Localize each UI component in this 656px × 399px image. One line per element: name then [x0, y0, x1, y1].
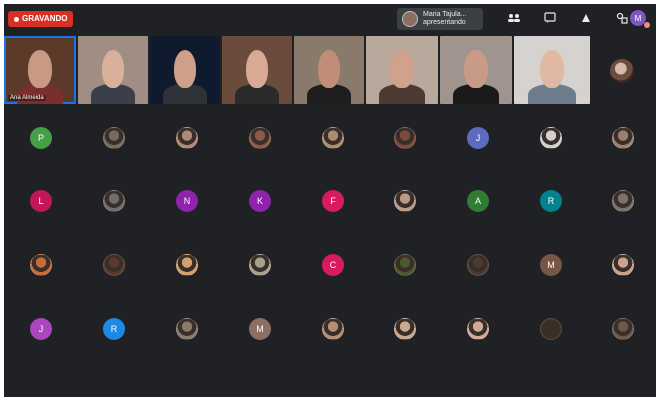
participant-initial: K: [256, 196, 263, 206]
participant-avatar[interactable]: M: [540, 254, 562, 276]
participant-avatar[interactable]: C: [322, 254, 344, 276]
participant-photo-avatar[interactable]: [30, 254, 52, 276]
participant-photo-avatar[interactable]: [176, 127, 198, 149]
presenter-name: Maria Tajula...: [423, 11, 467, 18]
participant-face: [28, 50, 52, 88]
participant-face: [317, 50, 341, 88]
participant-face: [245, 50, 269, 88]
participant-photo-avatar[interactable]: [394, 318, 416, 340]
participant-avatar[interactable]: J: [30, 318, 52, 340]
record-dot-icon: [14, 16, 19, 22]
video-tile[interactable]: [294, 36, 364, 104]
notification-dot-icon: [644, 22, 650, 28]
participant-initial: M: [256, 324, 264, 334]
activities-icon[interactable]: [576, 10, 596, 26]
video-tile[interactable]: [440, 36, 512, 104]
bottom-bar: [4, 362, 656, 397]
participant-initial: J: [38, 324, 44, 334]
video-tile[interactable]: [78, 36, 148, 104]
participant-initial: P: [37, 133, 44, 143]
video-strip: Ana Almeida: [4, 36, 656, 104]
participant-avatar[interactable]: P: [30, 127, 52, 149]
participant-photo-avatar[interactable]: [103, 190, 125, 212]
participant-initial: C: [329, 260, 337, 270]
participant-initial: M: [547, 260, 555, 270]
participant-photo-avatar[interactable]: [249, 127, 271, 149]
participant-avatar[interactable]: L: [30, 190, 52, 212]
strip-overflow-avatar[interactable]: [610, 59, 634, 83]
participant-avatar[interactable]: R: [103, 318, 125, 340]
participant-photo-avatar[interactable]: [394, 190, 416, 212]
participant-photo-avatar[interactable]: [322, 127, 344, 149]
participant-avatar[interactable]: K: [249, 190, 271, 212]
self-avatar-initial: M: [634, 13, 642, 23]
participant-photo-avatar[interactable]: [103, 127, 125, 149]
video-tile[interactable]: [150, 36, 220, 104]
participant-photo-avatar[interactable]: [394, 254, 416, 276]
participant-initial: A: [474, 196, 481, 206]
participant-photo-avatar[interactable]: [103, 254, 125, 276]
participant-face: [390, 50, 414, 88]
video-tile[interactable]: [366, 36, 438, 104]
participant-photo-avatar[interactable]: [249, 254, 271, 276]
top-bar: GRAVANDO Maria Tajula... apresentando M: [4, 4, 656, 32]
participant-photo-avatar[interactable]: [540, 127, 562, 149]
participant-photo-avatar[interactable]: [612, 190, 634, 212]
participant-photo-avatar[interactable]: [612, 254, 634, 276]
video-tile[interactable]: [514, 36, 590, 104]
participant-photo-avatar[interactable]: [322, 318, 344, 340]
participant-photo-avatar[interactable]: [176, 318, 198, 340]
participant-photo-avatar[interactable]: [176, 254, 198, 276]
participant-photo-avatar[interactable]: [612, 127, 634, 149]
shapes-icon[interactable]: [612, 10, 632, 26]
participant-face: [464, 50, 488, 88]
participant-avatar[interactable]: J: [467, 127, 489, 149]
presenter-chip[interactable]: Maria Tajula... apresentando: [397, 8, 483, 30]
participant-initial: R: [110, 324, 118, 334]
participant-initial: N: [183, 196, 191, 206]
video-tile[interactable]: Ana Almeida: [4, 36, 76, 104]
video-tile-name: Ana Almeida: [8, 95, 46, 101]
participant-initial: F: [330, 196, 336, 206]
participant-face: [173, 50, 197, 88]
participant-photo-avatar[interactable]: [467, 318, 489, 340]
participant-avatar[interactable]: R: [540, 190, 562, 212]
recording-label: GRAVANDO: [22, 14, 68, 23]
participant-photo-avatar[interactable]: [612, 318, 634, 340]
participant-face: [539, 50, 565, 88]
chat-icon[interactable]: [540, 10, 560, 26]
people-icon[interactable]: [504, 10, 524, 26]
participant-initial: J: [475, 133, 481, 143]
presenter-status: apresentando: [423, 19, 466, 26]
participant-initial: R: [547, 196, 555, 206]
participant-avatar[interactable]: F: [322, 190, 344, 212]
participant-avatar[interactable]: N: [176, 190, 198, 212]
participant-avatar[interactable]: A: [467, 190, 489, 212]
meeting-window: GRAVANDO Maria Tajula... apresentando M …: [4, 4, 656, 397]
participant-avatar[interactable]: M: [249, 318, 271, 340]
participant-initial: L: [38, 196, 44, 206]
presenter-avatar: [402, 11, 418, 27]
participant-photo-avatar[interactable]: [540, 318, 562, 340]
participant-photo-avatar[interactable]: [467, 254, 489, 276]
participant-face: [101, 50, 125, 88]
recording-badge: GRAVANDO: [8, 11, 74, 27]
participant-photo-avatar[interactable]: [394, 127, 416, 149]
video-tile[interactable]: [222, 36, 292, 104]
